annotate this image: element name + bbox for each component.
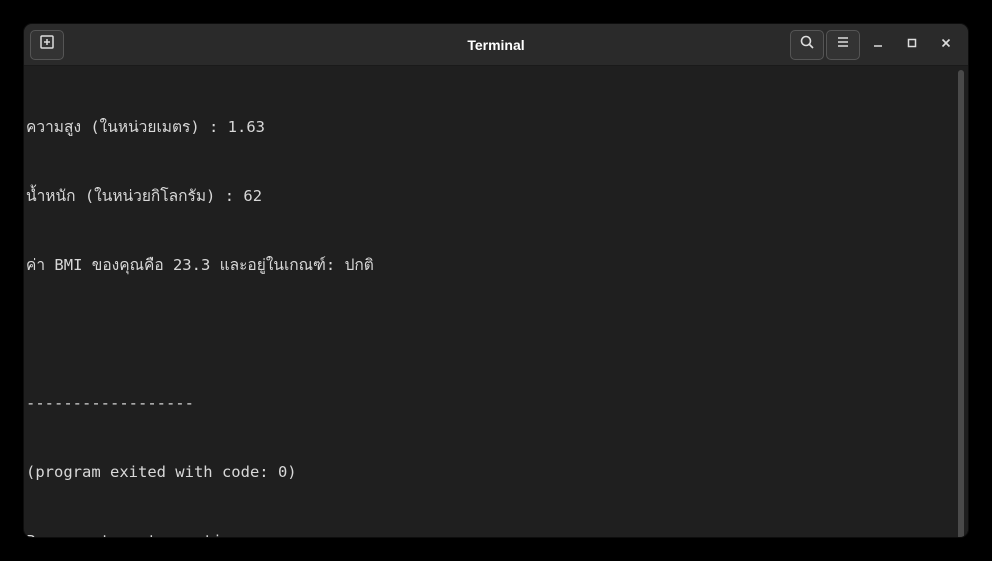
terminal-content[interactable]: ความสูง (ในหน่วยเมตร) : 1.63 น้ำหนัก (ใน… bbox=[26, 70, 956, 537]
titlebar-left bbox=[30, 30, 210, 60]
terminal-line: Press return to continue bbox=[26, 530, 956, 537]
terminal-line: ค่า BMI ของคุณคือ 23.3 และอยู่ในเกณฑ์: ป… bbox=[26, 254, 956, 277]
terminal-line: น้ำหนัก (ในหน่วยกิโลกรัม) : 62 bbox=[26, 185, 956, 208]
search-button[interactable] bbox=[790, 30, 824, 60]
maximize-icon bbox=[906, 36, 918, 54]
titlebar-right bbox=[782, 30, 962, 60]
close-icon bbox=[940, 36, 952, 54]
terminal-line: (program exited with code: 0) bbox=[26, 461, 956, 484]
close-button[interactable] bbox=[930, 30, 962, 60]
scrollbar-thumb[interactable] bbox=[958, 70, 964, 537]
terminal-line bbox=[26, 323, 956, 346]
titlebar: Terminal bbox=[24, 24, 968, 66]
scrollbar[interactable] bbox=[956, 70, 966, 537]
terminal-window: Terminal bbox=[24, 24, 968, 537]
search-icon bbox=[799, 34, 815, 55]
new-tab-icon bbox=[39, 34, 55, 55]
terminal-body[interactable]: ความสูง (ในหน่วยเมตร) : 1.63 น้ำหนัก (ใน… bbox=[24, 66, 968, 537]
menu-button[interactable] bbox=[826, 30, 860, 60]
new-tab-button[interactable] bbox=[30, 30, 64, 60]
hamburger-icon bbox=[835, 34, 851, 55]
minimize-button[interactable] bbox=[862, 30, 894, 60]
terminal-line: ความสูง (ในหน่วยเมตร) : 1.63 bbox=[26, 116, 956, 139]
terminal-line: ------------------ bbox=[26, 392, 956, 415]
minimize-icon bbox=[872, 36, 884, 54]
maximize-button[interactable] bbox=[896, 30, 928, 60]
window-title: Terminal bbox=[210, 37, 782, 53]
